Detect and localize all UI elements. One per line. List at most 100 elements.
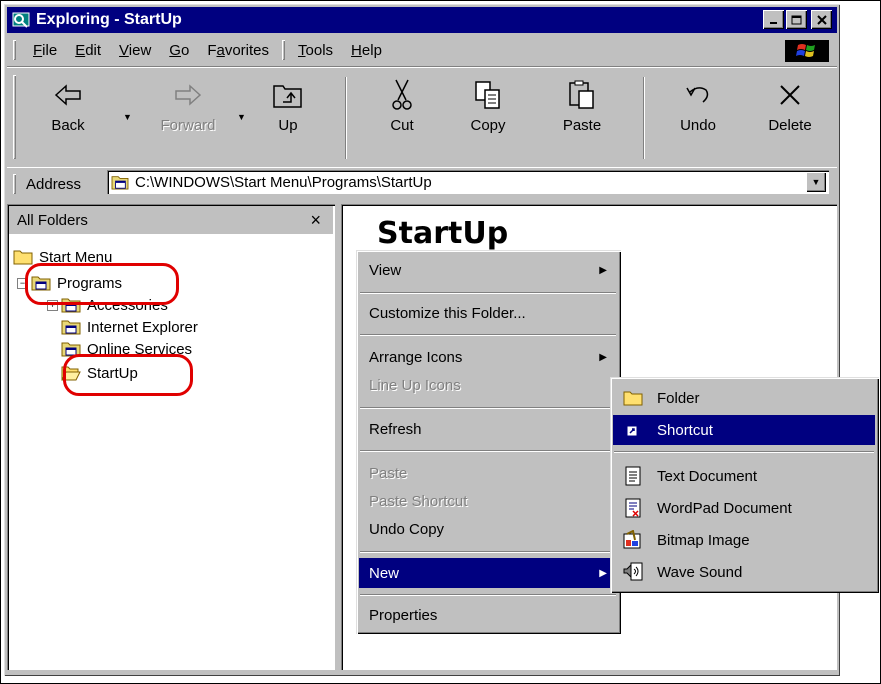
up-label: Up — [278, 117, 298, 134]
menu-separator — [360, 551, 616, 553]
menu-help[interactable]: Help — [342, 42, 391, 59]
copy-label: Copy — [470, 117, 506, 134]
menu-item-refresh[interactable]: Refresh — [359, 414, 617, 444]
menu-item-paste-shortcut[interactable]: Paste Shortcut — [359, 486, 617, 516]
menu-view[interactable]: View — [110, 42, 160, 59]
submenu-item-shortcut[interactable]: Shortcut — [613, 415, 875, 445]
shortcut-icon — [627, 426, 637, 436]
back-dropdown-arrow[interactable]: ▼ — [123, 112, 132, 122]
toolbar-separator-2 — [643, 77, 645, 159]
menu-separator — [360, 334, 616, 336]
menu-favorites[interactable]: Favorites — [198, 42, 278, 59]
wave-sound-icon — [623, 562, 643, 581]
back-label: Back — [51, 117, 85, 134]
back-button[interactable]: Back — [33, 73, 103, 134]
menu-separator — [360, 594, 616, 596]
menu-item-properties[interactable]: Properties — [359, 600, 617, 630]
paste-label: Paste — [562, 117, 602, 134]
delete-label: Delete — [768, 117, 812, 134]
forward-dropdown-arrow[interactable]: ▼ — [237, 112, 246, 122]
delete-x-icon — [780, 85, 800, 105]
program-folder-icon — [111, 176, 129, 190]
submenu-arrow-icon: ▶ — [599, 264, 607, 276]
address-input[interactable]: C:\WINDOWS\Start Menu\Programs\StartUp ▼ — [107, 170, 829, 194]
menu-separator — [360, 407, 616, 409]
address-label: Address — [26, 175, 82, 193]
menu-bar: File Edit View Go Favorites Tools Help — [7, 37, 837, 63]
back-arrow-icon — [54, 84, 81, 106]
program-folder-icon — [61, 320, 81, 335]
menubar-grip-2 — [282, 40, 285, 60]
wordpad-document-icon — [625, 498, 641, 518]
explorer-icon — [12, 12, 30, 28]
windows-flag-icon — [796, 44, 815, 57]
address-value: C:\WINDOWS\Start Menu\Programs\StartUp — [135, 173, 432, 191]
menu-separator — [360, 450, 616, 452]
folder-icon — [13, 250, 33, 265]
submenu-item-wordpad-document[interactable]: WordPad Document — [613, 493, 875, 523]
toolbar-separator-1 — [345, 77, 347, 159]
up-folder-icon — [273, 85, 302, 108]
submenu-arrow-icon: ▶ — [599, 567, 607, 579]
undo-label: Undo — [680, 117, 716, 134]
menu-edit[interactable]: Edit — [66, 42, 110, 59]
folder-icon — [623, 391, 643, 406]
submenu-item-bitmap-image[interactable]: Bitmap Image — [613, 525, 875, 555]
forward-label: Forward — [160, 117, 216, 134]
tree-label: Internet Explorer — [87, 318, 198, 336]
paste-button[interactable]: Paste — [547, 73, 617, 134]
up-button[interactable]: Up — [253, 73, 323, 134]
submenu-item-folder[interactable]: Folder — [613, 383, 875, 413]
menu-go[interactable]: Go — [160, 42, 198, 59]
address-grip[interactable] — [13, 174, 16, 194]
copy-button[interactable]: Copy — [453, 73, 523, 134]
menu-item-undo-copy[interactable]: Undo Copy — [359, 514, 617, 544]
title-bar[interactable]: Exploring - StartUp — [7, 7, 837, 33]
bitmap-image-icon — [623, 530, 641, 549]
undo-icon — [686, 87, 709, 103]
all-folders-header: All Folders × — [9, 206, 333, 234]
menu-item-new[interactable]: New ▶ — [359, 558, 617, 588]
cut-button[interactable]: Cut — [367, 73, 437, 134]
menu-separator — [360, 292, 616, 294]
forward-arrow-icon — [175, 84, 202, 106]
maximize-button[interactable] — [786, 10, 807, 29]
submenu-item-wave-sound[interactable]: Wave Sound — [613, 557, 875, 587]
startup-highlight-oval — [63, 354, 193, 396]
menu-file[interactable]: File — [24, 42, 66, 59]
menu-item-arrange-icons[interactable]: Arrange Icons ▶ — [359, 342, 617, 372]
all-folders-label: All Folders — [17, 211, 88, 229]
cut-label: Cut — [390, 117, 414, 134]
programs-highlight-oval — [25, 263, 179, 305]
menu-item-view[interactable]: View ▶ — [359, 255, 617, 285]
copy-icon — [475, 81, 500, 109]
toolbar-grip[interactable] — [13, 75, 16, 159]
minimize-icon — [769, 21, 777, 24]
scissors-icon — [392, 79, 412, 110]
forward-button[interactable]: Forward — [153, 73, 223, 134]
delete-button[interactable]: Delete — [755, 73, 825, 134]
menu-item-paste[interactable]: Paste — [359, 458, 617, 488]
standard-toolbar: Back ▼ Forward ▼ Up Cut Copy Paste Undo … — [7, 66, 837, 168]
menubar-grip[interactable] — [13, 40, 16, 60]
address-dropdown-button[interactable]: ▼ — [806, 172, 826, 192]
undo-button[interactable]: Undo — [663, 73, 733, 134]
maximize-icon — [791, 15, 802, 24]
submenu-item-text-document[interactable]: Text Document — [613, 461, 875, 491]
tree-item-internet-explorer[interactable]: Internet Explorer — [61, 316, 198, 338]
address-bar: Address C:\WINDOWS\Start Menu\Programs\S… — [7, 169, 837, 199]
menu-separator — [614, 451, 874, 453]
close-pane-icon[interactable]: × — [310, 210, 321, 231]
explorer-window: Exploring - StartUp File Edit View Go Fa… — [4, 4, 879, 676]
menu-item-line-up-icons[interactable]: Line Up Icons — [359, 370, 617, 400]
context-menu: View ▶ Customize this Folder... Arrange I… — [356, 250, 621, 634]
dropdown-arrow-icon: ▼ — [811, 177, 821, 187]
menu-item-customize-folder[interactable]: Customize this Folder... — [359, 298, 617, 328]
close-button[interactable] — [811, 10, 832, 29]
folder-tree-pane: All Folders × Start Menu − Programs + Ac… — [7, 204, 335, 670]
submenu-arrow-icon: ▶ — [599, 351, 607, 363]
text-document-icon — [625, 466, 641, 486]
menu-tools[interactable]: Tools — [289, 42, 342, 59]
clipboard-icon — [569, 80, 594, 109]
minimize-button[interactable] — [763, 10, 784, 29]
